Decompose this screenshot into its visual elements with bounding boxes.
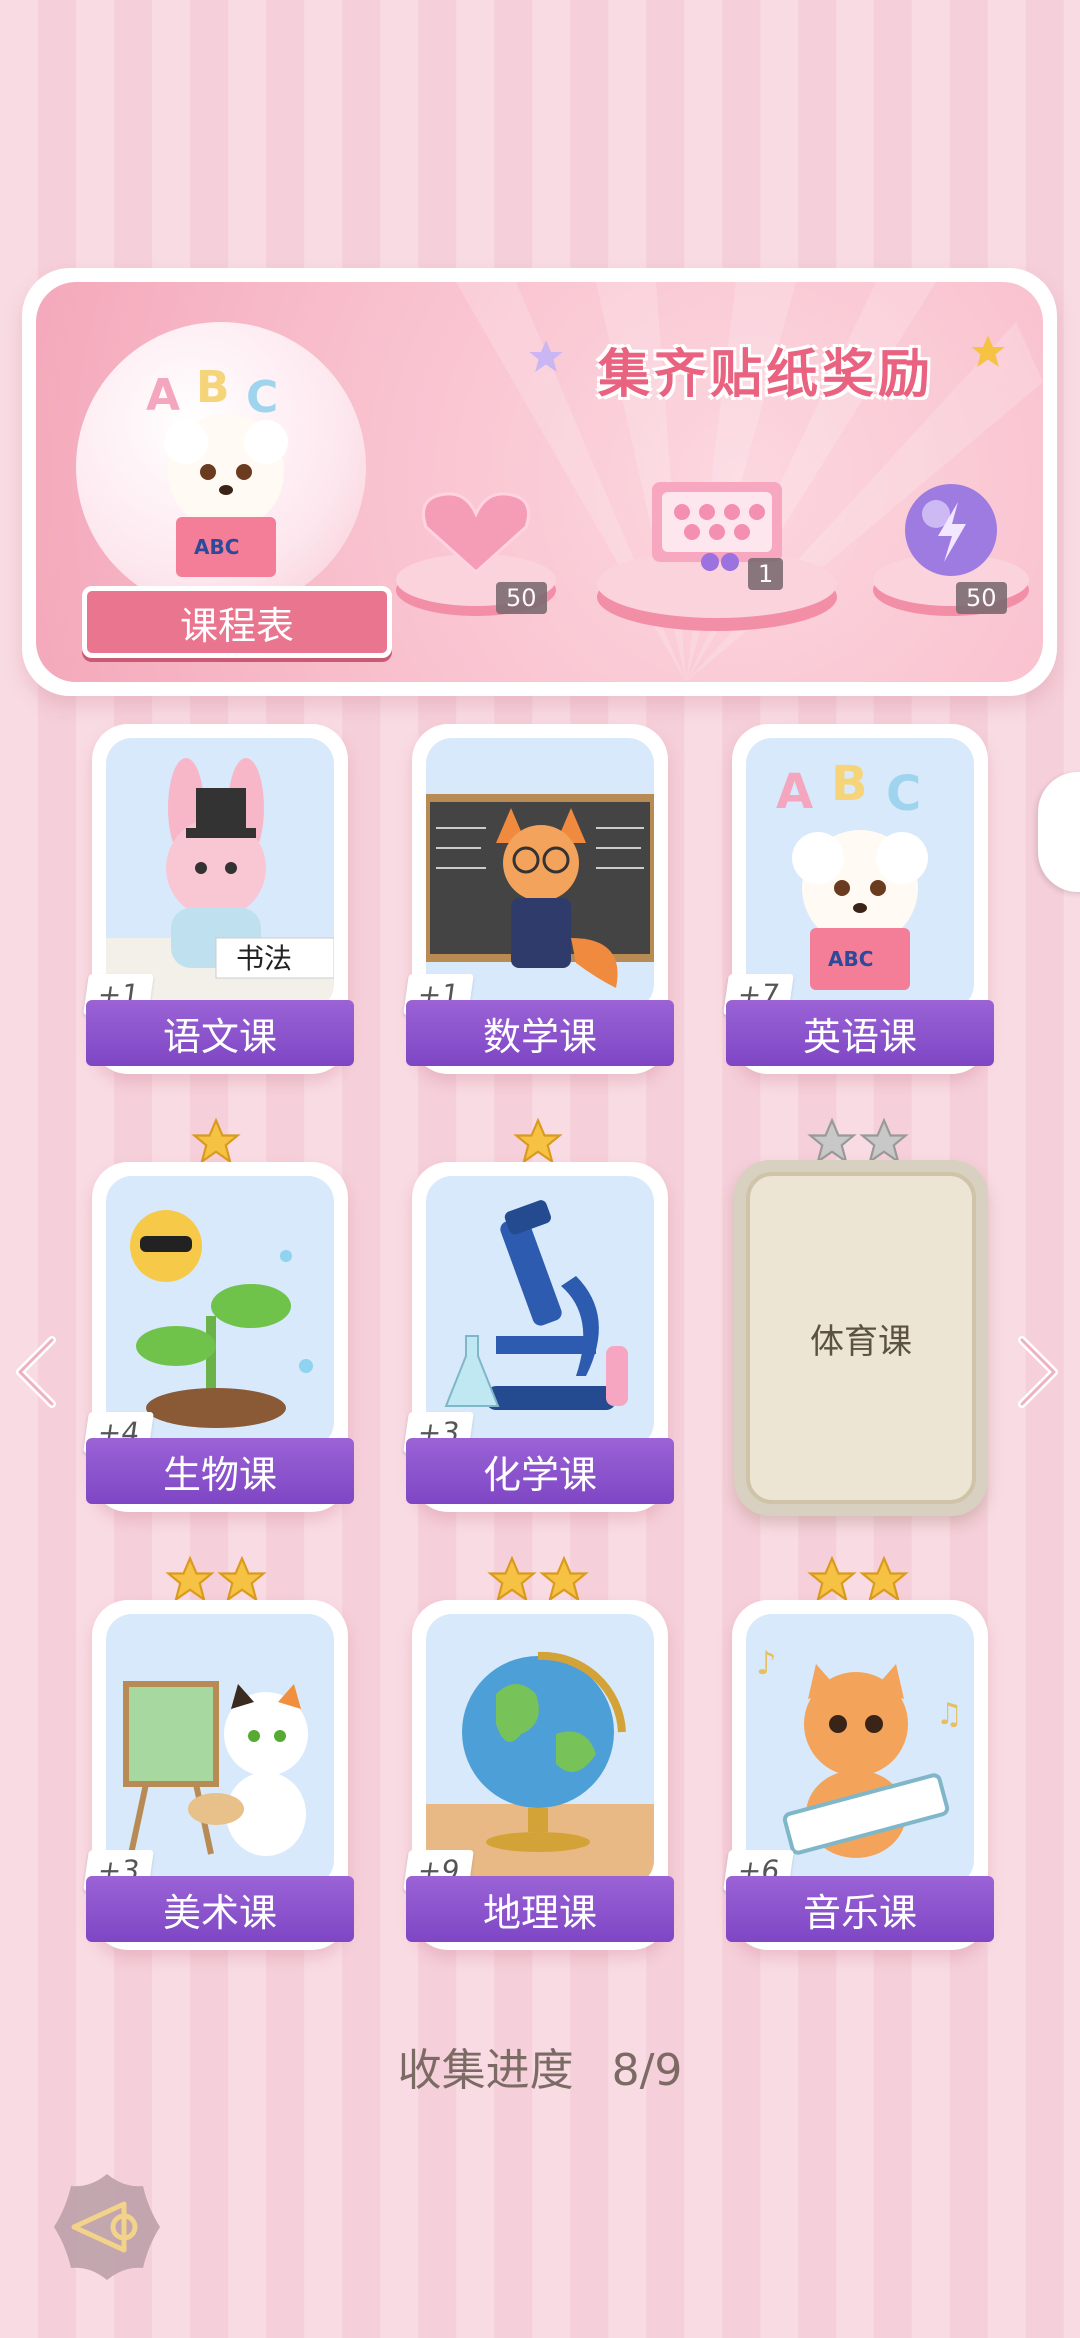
puppy-reading-icon: A B C ABC [776, 756, 928, 990]
side-drawer-handle[interactable] [1038, 772, 1080, 892]
reward-banner: A B C ABC 集齐贴纸奖励 50 1 50 课程表 [22, 268, 1057, 696]
course-name: 地理课 [406, 1876, 674, 1942]
cat-painter-icon [123, 1681, 308, 1856]
course-card[interactable]: 书法 +1 语文课 [83, 724, 354, 1074]
course-name: 英语课 [726, 1000, 994, 1066]
chevron-right-icon[interactable] [1012, 1334, 1064, 1410]
course-art [426, 1614, 654, 1886]
course-art [426, 738, 654, 1010]
svg-text:书法: 书法 [236, 942, 292, 975]
course-name: 化学课 [406, 1438, 674, 1504]
course-art: 书法 [106, 738, 334, 1010]
course-name: 音乐课 [726, 1876, 994, 1942]
bunny-calligraphy-icon: 书法 [106, 758, 334, 1010]
fox-teacher-icon [426, 794, 654, 988]
course-card[interactable]: +3 美术课 [83, 1600, 354, 1950]
chevron-left-icon[interactable] [10, 1334, 62, 1410]
globe-icon [426, 1651, 654, 1886]
back-button[interactable] [48, 2168, 166, 2286]
reward-count-badge: 50 [496, 582, 547, 614]
schedule-button[interactable]: 课程表 [82, 586, 392, 658]
course-card[interactable]: A B C ABC +7 英语课 [723, 724, 994, 1074]
gold-star-icon [859, 1555, 909, 1603]
microscope-icon [444, 1200, 628, 1410]
gold-star-icon [217, 1555, 267, 1603]
reward-count-badge: 1 [748, 558, 784, 590]
course-card[interactable]: +4 生物课 [83, 1162, 354, 1512]
course-art: A B C ABC [746, 738, 974, 1010]
course-name: 数学课 [406, 1000, 674, 1066]
sprout-sun-icon [130, 1210, 313, 1428]
card-stars [512, 1116, 564, 1168]
course-card[interactable]: +9 地理课 [403, 1600, 674, 1950]
reward-count-badge: 50 [956, 582, 1007, 614]
reward-purple-orb[interactable] [866, 472, 1036, 622]
course-card[interactable]: +1 数学课 [403, 724, 674, 1074]
course-card-locked[interactable]: 体育课 [734, 1160, 988, 1516]
gold-star-icon [191, 1117, 241, 1165]
card-stars [190, 1116, 242, 1168]
course-art: ♪ ♫ [746, 1614, 974, 1886]
progress-label: 收集进度 [397, 2045, 574, 2096]
gold-star-icon [487, 1555, 537, 1603]
star-decoration-icon [971, 335, 1005, 367]
svg-text:ABC: ABC [194, 535, 239, 559]
cat-keyboard-icon: ♪ ♫ [756, 1644, 963, 1858]
card-stars [806, 1554, 910, 1606]
banner-title: 集齐贴纸奖励 [598, 345, 935, 405]
svg-text:A: A [776, 764, 813, 820]
course-art [106, 1176, 334, 1448]
puppy-reading-icon: A B C ABC [146, 362, 288, 577]
reward-gift-box[interactable] [592, 432, 842, 632]
gold-star-icon [165, 1555, 215, 1603]
gold-star-icon [807, 1555, 857, 1603]
locked-course-name: 体育课 [746, 1172, 976, 1504]
card-stars [486, 1554, 590, 1606]
svg-text:B: B [831, 756, 868, 812]
collection-progress: 收集进度 8/9 [0, 2034, 1080, 2098]
svg-text:B: B [196, 362, 230, 413]
svg-text:♫: ♫ [936, 1697, 963, 1732]
progress-value: 8/9 [611, 2045, 683, 2096]
schedule-mascot-bubble[interactable]: A B C ABC [76, 322, 366, 612]
svg-text:C: C [246, 372, 278, 423]
course-name: 语文课 [86, 1000, 354, 1066]
gold-star-icon [539, 1555, 589, 1603]
course-art [106, 1614, 334, 1886]
svg-text:A: A [146, 370, 180, 421]
course-name: 美术课 [86, 1876, 354, 1942]
gold-star-icon [513, 1117, 563, 1165]
course-art [426, 1176, 654, 1448]
card-stars [164, 1554, 268, 1606]
course-name: 生物课 [86, 1438, 354, 1504]
course-card[interactable]: +3 化学课 [403, 1162, 674, 1512]
course-card[interactable]: ♪ ♫ +6 音乐课 [723, 1600, 994, 1950]
svg-text:ABC: ABC [828, 947, 873, 971]
star-decoration-icon [529, 340, 563, 372]
svg-text:♪: ♪ [756, 1644, 776, 1682]
svg-text:C: C [886, 766, 921, 822]
